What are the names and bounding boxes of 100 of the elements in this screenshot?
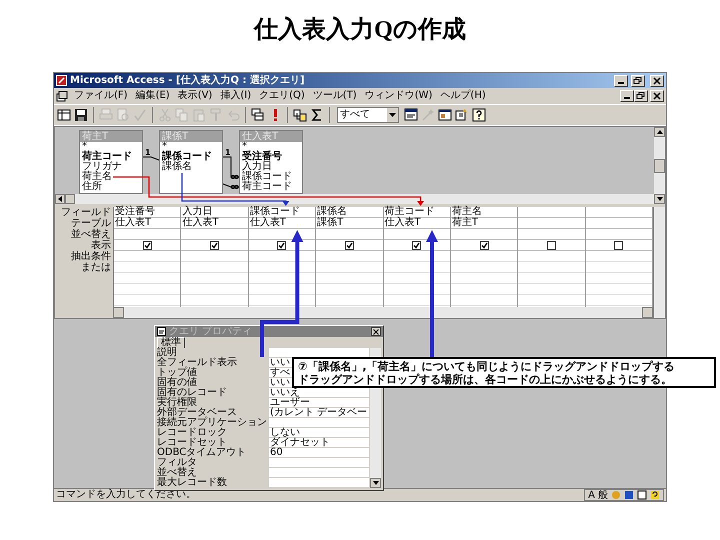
close-button[interactable] (371, 327, 381, 336)
menu-item[interactable]: 挿入(I) (216, 90, 256, 102)
field-name[interactable]: 荷主名 (80, 172, 114, 182)
key-icon (56, 75, 67, 86)
menu-item[interactable]: 編集(E) (132, 90, 174, 102)
field-name[interactable]: フリガナ (80, 162, 124, 172)
show-checkbox[interactable] (142, 240, 152, 250)
property-value-field[interactable] (269, 348, 369, 358)
properties-icon[interactable] (404, 108, 418, 122)
datasheet-view-icon[interactable] (57, 108, 71, 122)
table-cell[interactable]: 課係T (316, 218, 382, 229)
property-value-field[interactable]: しない (269, 428, 369, 438)
close-icon (652, 91, 662, 101)
field-name[interactable]: 荷主コード (80, 152, 134, 162)
query-type-icon[interactable] (251, 108, 265, 122)
ime-mode-button[interactable]: A (588, 490, 595, 500)
save-icon[interactable] (74, 108, 88, 122)
restore-button[interactable] (631, 74, 645, 86)
row-label: 表示 (91, 240, 111, 251)
field-name[interactable]: 課係コード (160, 152, 214, 162)
ime-mode-button[interactable]: 般 (598, 490, 608, 500)
close-icon (652, 76, 662, 86)
property-label: 固有のレコード (157, 387, 227, 398)
property-value-field[interactable] (269, 468, 369, 478)
document-icon[interactable] (56, 90, 68, 102)
top-values-dropdown[interactable]: すべて (337, 107, 399, 123)
up-arrow-icon (656, 130, 662, 134)
table-cell[interactable]: 仕入表T (248, 218, 316, 229)
property-value-field[interactable]: いいえ (269, 388, 369, 398)
menu-item[interactable]: ヘルプ(H) (436, 90, 490, 102)
down-arrow-icon (656, 197, 662, 201)
field-cell[interactable]: 入力日 (181, 207, 248, 218)
table-cell[interactable]: 荷主T (450, 218, 518, 229)
show-checkbox[interactable] (344, 240, 354, 250)
horizontal-scrollbar[interactable] (55, 194, 654, 204)
menu-item[interactable]: 表示(V) (174, 90, 216, 102)
scroll-button[interactable] (642, 307, 653, 318)
property-value-field[interactable]: 60 (269, 448, 369, 458)
field-name[interactable]: 受注番号 (240, 152, 284, 162)
field-cell[interactable]: 課係名 (316, 207, 382, 218)
left-arrow-icon (58, 196, 62, 202)
book-icon[interactable] (624, 490, 634, 500)
show-checkbox[interactable] (480, 240, 489, 250)
field-cell[interactable]: 受注番号 (114, 207, 180, 218)
scroll-thumb[interactable] (65, 194, 75, 204)
field-cell[interactable]: 荷主名 (450, 207, 518, 218)
table-cell[interactable]: 仕入表T (181, 218, 248, 229)
property-value-field[interactable] (269, 458, 369, 468)
property-value-field[interactable]: ダイナセット (269, 438, 369, 448)
minimize-button[interactable] (620, 90, 634, 102)
field-name[interactable]: 住所 (80, 182, 104, 192)
field-name[interactable]: 荷主コード (240, 182, 294, 192)
tab[interactable]: 標準 (157, 337, 185, 348)
menu-item[interactable]: クエリ(Q) (255, 90, 309, 102)
menu-item[interactable]: ファイル(F) (70, 90, 132, 102)
field-name[interactable]: * (160, 142, 169, 152)
property-label: フィルタ (157, 457, 197, 468)
vertical-scrollbar[interactable] (653, 207, 665, 318)
property-value-field[interactable]: ユーザー (269, 398, 369, 408)
show-checkbox[interactable] (412, 240, 422, 250)
show-checkbox[interactable] (210, 240, 220, 250)
field-name[interactable]: * (80, 142, 89, 152)
minimize-button[interactable] (614, 74, 628, 86)
minimize-icon (618, 82, 624, 84)
menu-item[interactable]: ツール(T) (308, 90, 361, 102)
new-object-icon[interactable] (455, 108, 469, 122)
caret-icon (389, 113, 396, 117)
show-checkbox[interactable] (614, 240, 624, 250)
field-name[interactable]: 入力日 (240, 162, 274, 172)
table-cell[interactable]: 仕入表T (384, 218, 450, 229)
help-icon[interactable] (472, 108, 486, 122)
show-checkbox[interactable] (546, 240, 556, 250)
field-name[interactable]: * (240, 142, 249, 152)
one-label: 1 (225, 148, 231, 157)
restore-button[interactable] (634, 90, 648, 102)
row-label: 抽出条件 (71, 251, 111, 262)
horizontal-scrollbar[interactable] (113, 307, 653, 318)
property-label: ODBCタイムアウト (157, 447, 246, 458)
property-value: いい (270, 377, 290, 388)
field-cell[interactable]: 荷主コード (384, 207, 450, 218)
property-value: ダイナセット (270, 437, 330, 448)
field-cell[interactable]: 課係コード (248, 207, 316, 218)
one-label: 1 (145, 148, 151, 157)
property-value-field[interactable] (269, 478, 369, 488)
menu-item[interactable]: ウィンドウ(W) (360, 90, 436, 102)
sigma-icon[interactable] (310, 108, 324, 122)
help-icon[interactable] (650, 490, 660, 500)
property-value-field[interactable] (269, 418, 369, 428)
table-cell[interactable]: 仕入表T (114, 218, 180, 229)
scroll-button[interactable] (113, 307, 124, 318)
vertical-scrollbar[interactable] (654, 127, 665, 204)
show-table-icon[interactable] (293, 108, 307, 122)
property-label: 説明 (157, 347, 177, 358)
pad-icon[interactable] (637, 490, 647, 500)
field-name[interactable]: 課係コード (240, 172, 294, 182)
field-name[interactable]: 課係名 (160, 162, 194, 172)
field-list-title: 荷主T (82, 131, 108, 142)
show-checkbox[interactable] (277, 240, 286, 250)
database-window-icon[interactable] (438, 108, 452, 122)
scroll-thumb[interactable] (654, 158, 665, 172)
